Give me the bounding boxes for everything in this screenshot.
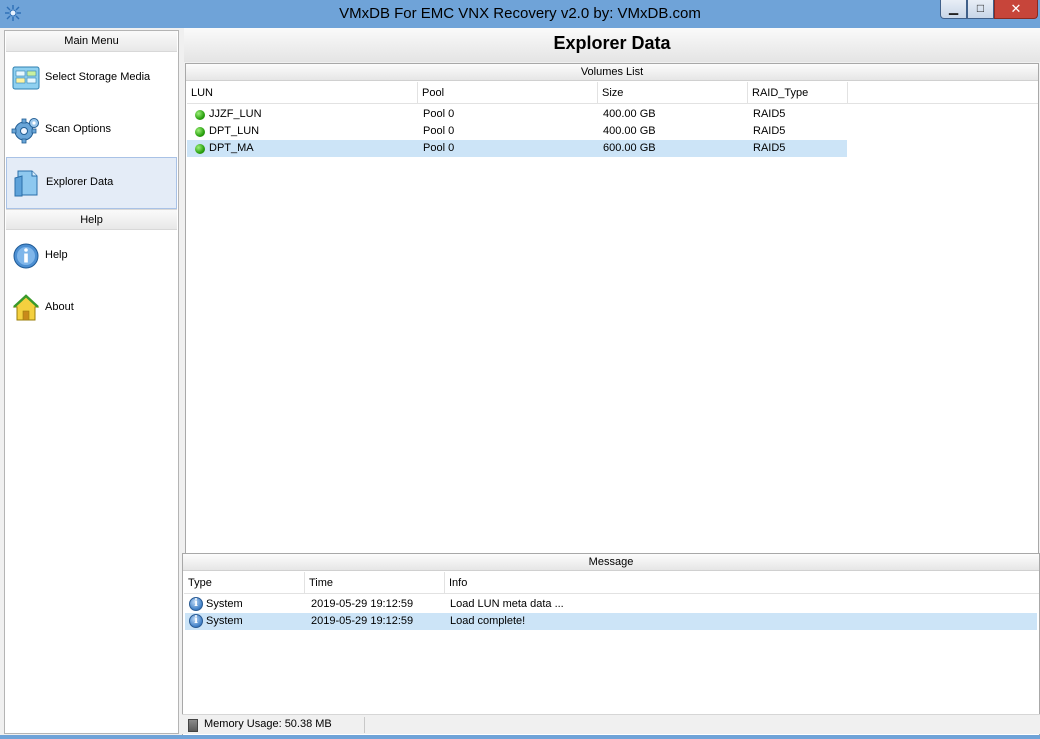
info-icon: i	[189, 597, 203, 611]
volumes-header-row: LUN Pool Size RAID_Type	[187, 82, 1038, 104]
sidebar-item-label: Explorer Data	[46, 176, 114, 188]
list-item[interactable]: i System 2019-05-29 19:12:59 Load LUN me…	[185, 596, 1037, 613]
cell-time: 2019-05-29 19:12:59	[311, 615, 414, 627]
cell-type: System	[206, 615, 243, 627]
sidebar-item-label: Select Storage Media	[45, 71, 151, 83]
memory-icon	[188, 719, 198, 732]
cell-raid: RAID5	[753, 125, 786, 137]
info-icon: i	[189, 614, 203, 628]
cell-pool: Pool 0	[423, 142, 455, 154]
sidebar-item-explorer-data[interactable]: Explorer Data	[6, 157, 177, 209]
client-area: Main Menu Select Storage Media Scan Opti…	[0, 28, 1040, 739]
column-header-time[interactable]: Time	[305, 572, 445, 594]
column-header-type[interactable]: Type	[184, 572, 305, 594]
cell-raid: RAID5	[753, 108, 786, 120]
document-icon	[14, 170, 38, 197]
volumes-panel: Volumes List LUN Pool Size RAID_Type JJZ…	[185, 63, 1039, 578]
cell-lun: JJZF_LUN	[209, 108, 262, 120]
sidebar-item-help[interactable]: Help	[6, 231, 177, 283]
sidebar: Main Menu Select Storage Media Scan Opti…	[4, 30, 179, 734]
main-menu-header: Main Menu	[6, 31, 177, 52]
help-header: Help	[6, 209, 177, 230]
close-icon: ✕	[1010, 1, 1022, 16]
minimize-icon: ▁	[948, 1, 959, 15]
cell-lun: DPT_MA	[209, 142, 254, 154]
title-bar[interactable]: VMxDB For EMC VNX Recovery v2.0 by: VMxD…	[0, 0, 1040, 28]
sidebar-item-label: Help	[45, 249, 68, 261]
list-item-selected[interactable]: i System 2019-05-29 19:12:59 Load comple…	[185, 613, 1037, 630]
memory-usage: Memory Usage: 50.38 MB	[204, 718, 332, 730]
storage-media-icon	[12, 66, 40, 90]
sidebar-item-label: About	[45, 301, 74, 313]
message-panel: Message Type Time Info i System 2019-05-…	[182, 553, 1040, 739]
status-bar: Memory Usage: 50.38 MB	[182, 714, 1040, 734]
cell-info: Load LUN meta data ...	[450, 598, 564, 610]
home-icon	[12, 294, 40, 321]
column-header-size[interactable]: Size	[598, 82, 748, 104]
table-row-selected[interactable]: DPT_MA Pool 0 600.00 GB RAID5	[187, 140, 847, 157]
column-header-pool[interactable]: Pool	[418, 82, 598, 104]
window-bottom-border	[0, 735, 1040, 739]
message-caption: Message	[183, 554, 1039, 571]
cell-raid: RAID5	[753, 142, 786, 154]
table-row[interactable]: JJZF_LUN Pool 0 400.00 GB RAID5	[187, 106, 847, 123]
window-title: VMxDB For EMC VNX Recovery v2.0 by: VMxD…	[339, 5, 701, 22]
table-row[interactable]: DPT_LUN Pool 0 400.00 GB RAID5	[187, 123, 847, 140]
sidebar-item-scan-options[interactable]: Scan Options	[6, 105, 177, 157]
cell-type: System	[206, 598, 243, 610]
status-divider	[364, 717, 365, 733]
gear-icon	[11, 118, 39, 144]
page-title: Explorer Data	[184, 28, 1040, 62]
cell-lun: DPT_LUN	[209, 125, 260, 137]
maximize-icon: □	[976, 1, 985, 15]
cell-time: 2019-05-29 19:12:59	[311, 598, 414, 610]
cell-size: 600.00 GB	[603, 142, 656, 154]
sidebar-item-label: Scan Options	[45, 123, 112, 135]
message-header-row: Type Time Info	[184, 572, 1039, 594]
cell-info: Load complete!	[450, 615, 526, 627]
sidebar-item-select-storage-media[interactable]: Select Storage Media	[6, 53, 177, 105]
status-ok-icon	[195, 127, 205, 137]
maximize-button[interactable]: □	[967, 0, 994, 19]
cell-pool: Pool 0	[423, 125, 455, 137]
status-ok-icon	[195, 144, 205, 154]
column-header-info[interactable]: Info	[445, 572, 1039, 594]
volumes-list-caption: Volumes List	[186, 64, 1038, 81]
info-icon	[13, 243, 39, 269]
close-button[interactable]: ✕	[994, 0, 1038, 19]
app-window: VMxDB For EMC VNX Recovery v2.0 by: VMxD…	[0, 0, 1040, 739]
column-header-lun[interactable]: LUN	[187, 82, 418, 104]
sidebar-item-about[interactable]: About	[6, 283, 177, 335]
cell-pool: Pool 0	[423, 108, 455, 120]
status-ok-icon	[195, 110, 205, 120]
minimize-button[interactable]: ▁	[940, 0, 967, 19]
column-header-raid-type[interactable]: RAID_Type	[748, 82, 848, 104]
cell-size: 400.00 GB	[603, 108, 656, 120]
cell-size: 400.00 GB	[603, 125, 656, 137]
